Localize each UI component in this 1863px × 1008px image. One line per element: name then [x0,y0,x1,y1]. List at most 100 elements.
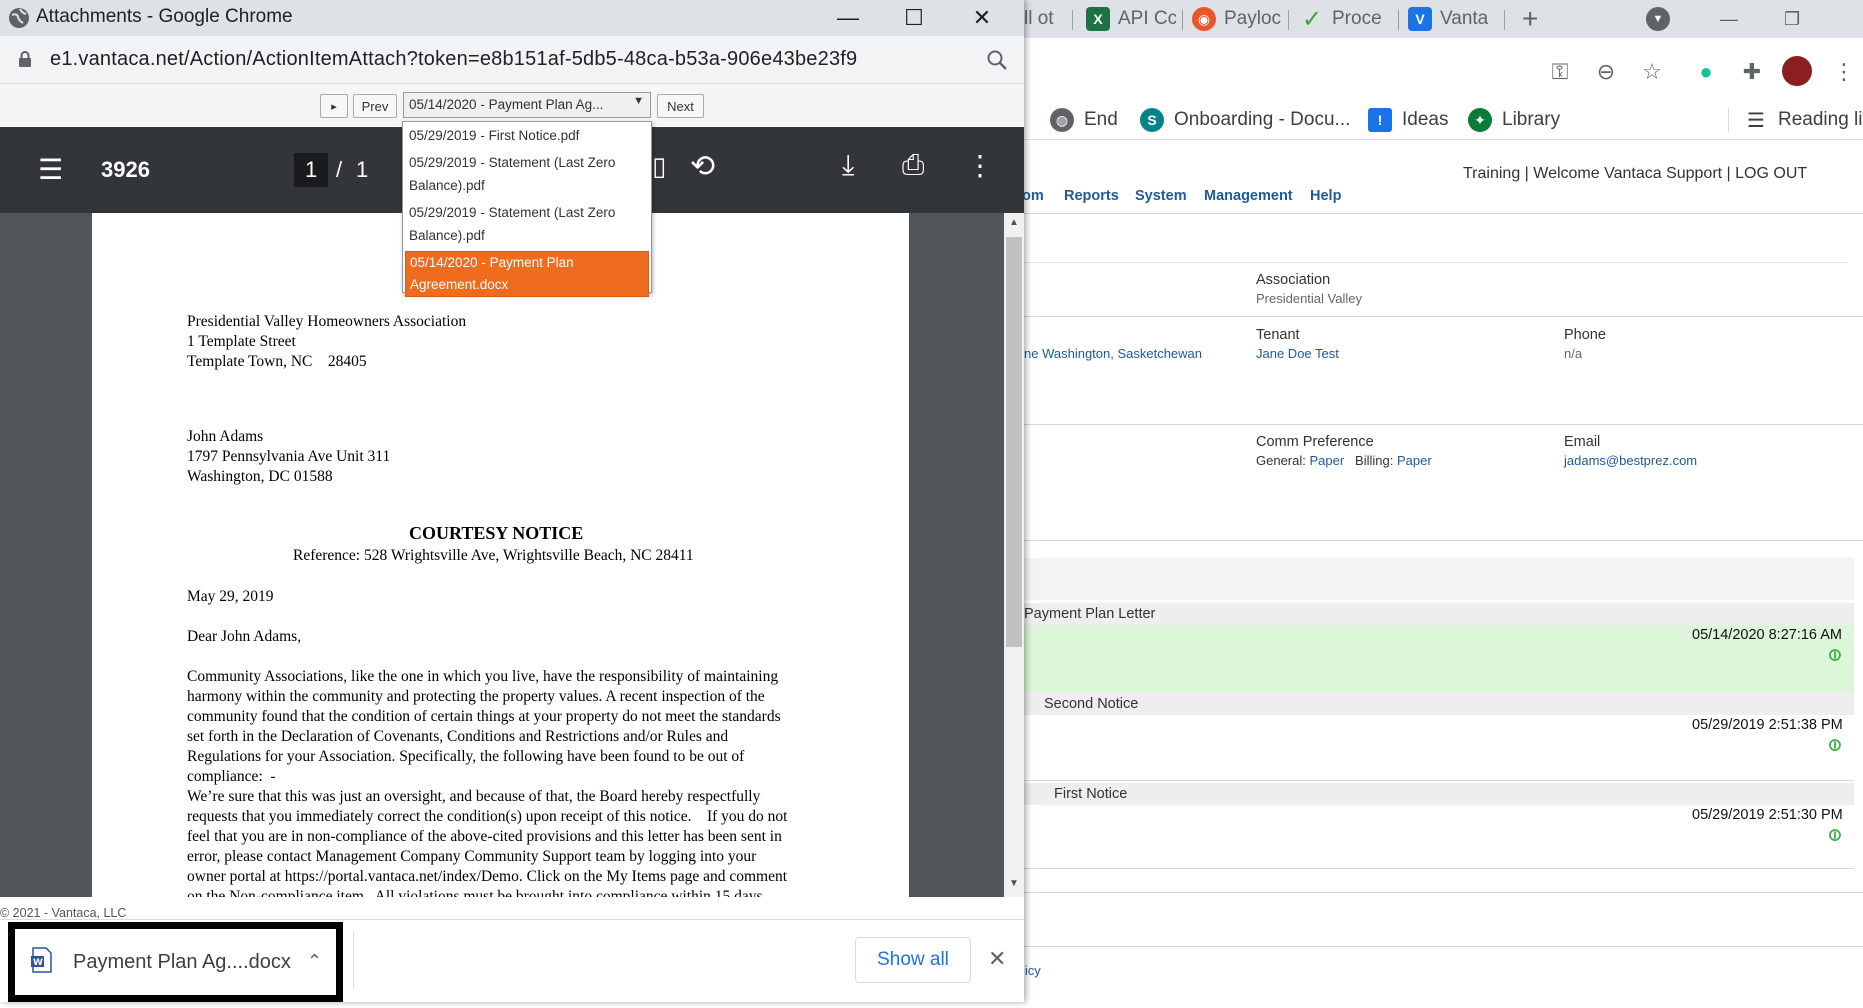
comm-general-value[interactable]: Paper [1310,453,1345,468]
nav-item-management[interactable]: Management [1204,188,1293,204]
dropdown-option-cont[interactable]: Balance).pdf [403,224,651,249]
recipient-address: John Adams 1797 Pennsylvania Ave Unit 31… [187,428,391,485]
footer-policy-link[interactable]: licy [1022,963,1041,978]
notice-salutation: Dear John Adams, [187,628,302,645]
history-item-title: Payment Plan Letter [1024,603,1854,625]
close-download-bar-button[interactable]: ✕ [988,946,1006,972]
excel-icon: X [1086,7,1110,31]
chevron-down-icon: ▼ [1652,13,1664,25]
tab-process[interactable]: ✓ Proce [1300,4,1390,34]
tab-api[interactable]: X API Cc [1086,4,1176,34]
scrollbar-thumb[interactable] [1006,237,1022,647]
comm-billing-value[interactable]: Paper [1397,453,1432,468]
popup-close-button[interactable]: ✕ [960,2,1004,34]
history-header [1024,558,1854,600]
new-tab-button[interactable]: + [1522,4,1538,34]
prev-button[interactable]: Prev [353,94,397,118]
avatar[interactable] [1782,56,1812,86]
email-value[interactable]: jadams@bestprez.com [1564,453,1697,468]
tab-label: Proce [1332,8,1382,29]
dropdown-option[interactable]: 05/29/2019 - Statement (Last Zero [403,149,651,174]
attachment-select[interactable]: 05/14/2020 - Payment Plan Ag... ▼ [403,92,651,118]
nav-item-help[interactable]: Help [1310,188,1341,204]
fit-page-icon[interactable]: ▯ [652,151,666,182]
popup-minimize-button[interactable]: — [826,2,870,34]
tab-label: API Cc [1118,8,1176,29]
pdf-doc-id: 3926 [101,157,150,182]
search-icon[interactable] [986,49,1008,71]
reading-list[interactable]: ☰ Reading lis [1744,106,1863,134]
address-value[interactable]: ne Washington, Sasketchewan [1024,346,1202,361]
grammarly-icon[interactable]: ● [1690,56,1722,88]
popup-maximize-button[interactable]: ☐ [892,2,936,34]
comm-general-label: General: [1256,453,1306,468]
maximize-icon: ☐ [904,5,924,30]
lock-icon [19,51,31,67]
reading-list-icon: ☰ [1747,109,1765,132]
nav-item-reports[interactable]: Reports [1064,188,1119,204]
background-tab-strip: ll ot X API Cc ◉ Payloc ✓ Proce V Vanta + ▼ … [1024,0,1863,38]
bookmark-star-icon[interactable]: ☆ [1636,56,1668,88]
history-timestamp: 05/29/2019 2:51:38 PM [1692,717,1843,733]
history-timestamp: 05/29/2019 2:51:30 PM [1692,807,1843,823]
tab-partial[interactable]: ll ot [1024,4,1064,34]
history-title-text: First Notice [1054,786,1128,802]
hamburger-menu-icon[interactable]: ☰ [38,153,63,186]
show-all-button[interactable]: Show all [855,937,971,983]
tab-vantaca[interactable]: V Vanta [1408,4,1498,34]
page-total: 1 [356,157,369,182]
page-separator: / [336,157,343,182]
print-icon[interactable]: ⎙ [902,149,924,182]
history-item-title: Second Notice [1024,693,1854,715]
paperclip-icon[interactable]: ⊘ [1822,730,1847,757]
next-button[interactable]: Next [657,94,704,118]
top-links[interactable]: Training | Welcome Vantaca Support | LOG… [1463,165,1807,183]
bookmark-library[interactable]: ✦ Library [1468,106,1560,134]
plus-icon: + [1522,4,1539,34]
bookmark-ideas[interactable]: ! Ideas [1368,106,1448,134]
nav-item-system[interactable]: System [1135,188,1187,204]
dropdown-option-cont[interactable]: Balance).pdf [403,174,651,199]
rotate-icon[interactable]: ⟲ [690,149,715,184]
tab-payloc[interactable]: ◉ Payloc [1192,4,1282,34]
comm-preference-value: General: Paper Billing: Paper [1256,453,1432,468]
tab-label: ll ot [1024,8,1054,29]
key-icon[interactable]: ⚿ [1544,56,1576,88]
scroll-down-icon[interactable]: ▼ [1009,878,1019,889]
pdf-scrollbar[interactable]: ▲ ▼ [1004,213,1024,897]
play-button[interactable]: ▸ [320,94,348,118]
tenant-value[interactable]: Jane Doe Test [1256,346,1339,361]
attachments-popup-window: Attachments - Google Chrome — ☐ ✕ e1.van… [0,0,1024,1002]
paperclip-icon[interactable]: ⊘ [1822,820,1847,847]
bookmark-end[interactable]: ◍ End [1050,106,1118,134]
popup-url[interactable]: e1.vantaca.net/Action/ActionItemAttach?t… [50,48,857,71]
history-item-title: First Notice [1024,783,1854,805]
download-item[interactable]: W Payment Plan Ag....docx ⌃ [8,922,343,1002]
chevron-up-icon[interactable]: ⌃ [307,951,322,972]
association-label: Association [1256,272,1331,288]
popup-address-bar[interactable]: e1.vantaca.net/Action/ActionItemAttach?t… [0,36,1024,84]
zoom-out-icon[interactable]: ⊖ [1590,56,1622,88]
comm-preference-label: Comm Preference [1256,434,1374,450]
more-options-icon[interactable]: ⋮ [966,149,994,182]
popup-window-title: Attachments - Google Chrome [36,6,293,27]
bookmark-label: Onboarding - Docu... [1174,109,1351,130]
dropdown-option-selected[interactable]: 05/14/2020 - Payment Plan Agreement.docx [405,251,649,297]
sharepoint-icon: S [1140,108,1164,132]
minimize-button[interactable]: — [1720,4,1738,34]
dropdown-option[interactable]: 05/29/2019 - First Notice.pdf [403,122,651,149]
tab-search-button[interactable]: ▼ [1646,7,1670,31]
phone-value: n/a [1564,346,1583,361]
restore-button[interactable]: ❐ [1784,4,1800,34]
dropdown-option[interactable]: 05/29/2019 - Statement (Last Zero [403,199,651,224]
notice-reference: Reference: 528 Wrightsville Ave, Wrights… [293,547,694,564]
extensions-icon[interactable]: ✚ [1736,56,1768,88]
bookmark-onboarding[interactable]: S Onboarding - Docu... [1140,106,1350,134]
bookmarks-bar: ◍ End S Onboarding - Docu... ! Ideas ✦ Libra… [1024,100,1863,140]
nav-item-partial[interactable]: om [1022,188,1044,204]
chevron-down-icon: ▼ [633,95,644,107]
download-icon[interactable]: ⤓ [842,149,854,182]
scroll-up-icon[interactable]: ▲ [1009,217,1019,228]
svg-text:W: W [33,958,43,968]
menu-icon[interactable]: ⋮ [1828,56,1860,88]
